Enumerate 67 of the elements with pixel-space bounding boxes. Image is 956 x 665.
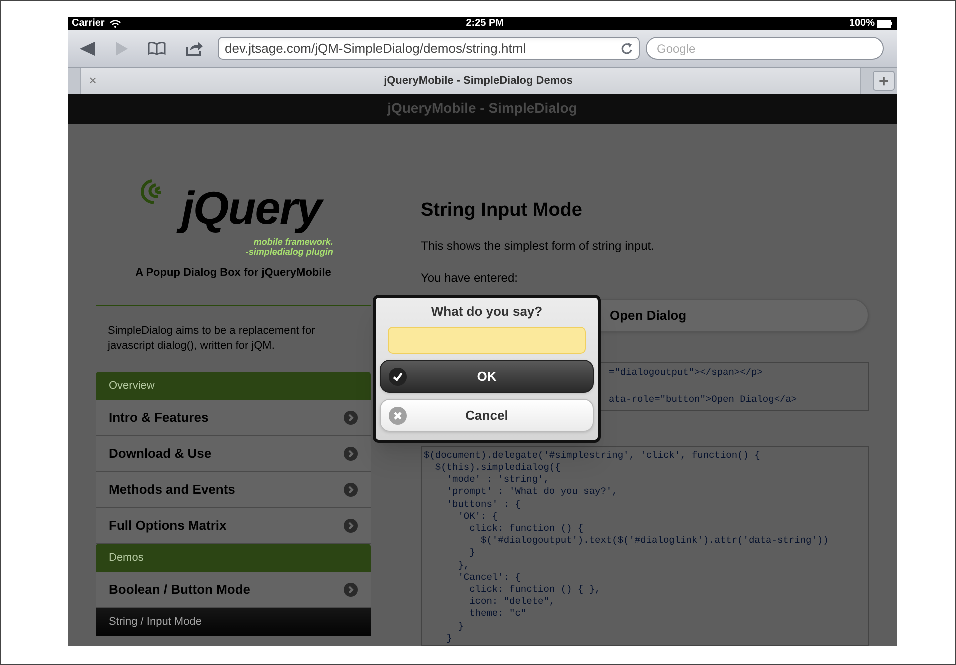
code-line: },	[457, 560, 471, 572]
code-line: 'buttons' : {	[446, 498, 522, 511]
code-line: ata-role="button">Open Dialog</a>	[609, 392, 798, 406]
battery-label: 100%	[849, 17, 875, 31]
nav-group-header: Demos	[96, 544, 371, 572]
nav-item[interactable]: Intro & Features	[96, 400, 371, 436]
tab-title: jQueryMobile - SimpleDialog Demos	[383, 74, 574, 89]
search-field[interactable]: Google	[646, 37, 884, 60]
code-line: }	[446, 632, 454, 645]
code-line: ="dialogoutput"></span></p>	[609, 366, 764, 380]
nav-item-label: Download & Use	[109, 445, 212, 463]
output-label: You have entered:	[421, 270, 519, 288]
code-line: 'prompt' : 'What do you say?',	[446, 486, 619, 499]
chevron-icon	[344, 582, 358, 597]
tagline: A Popup Dialog Box for jQueryMobile	[134, 266, 332, 281]
dialog-button[interactable]: OK	[380, 360, 594, 394]
nav-item[interactable]: Full Options Matrix	[96, 508, 371, 544]
back-icon[interactable]	[80, 42, 96, 56]
description-text: SimpleDialog aims to be a replacement for javascript dialog(), written for jQM.	[106, 324, 316, 354]
dialog-button[interactable]: Cancel	[380, 399, 594, 432]
code-line: click: function () {	[468, 522, 585, 536]
new-tab-button[interactable]: +	[873, 71, 895, 91]
dialog-input-field[interactable]	[388, 327, 586, 354]
share-icon[interactable]	[186, 41, 204, 56]
browser-tab[interactable]: × jQueryMobile - SimpleDialog Demos	[80, 68, 861, 94]
code-line: $('#dialogoutput').text($('#dialoglink').attr('data-string'))	[480, 535, 830, 548]
delete-icon	[389, 406, 407, 425]
chevron-icon	[344, 446, 358, 461]
dialog-prompt: What do you say?	[430, 302, 544, 321]
code-line: $(this).simpledialog({	[434, 462, 562, 474]
logo-subtitle: -simpledialog plugin	[246, 246, 334, 257]
nav-item[interactable]: Download & Use	[96, 436, 371, 472]
battery-icon	[877, 20, 893, 28]
chevron-icon	[344, 518, 358, 533]
clock-label: 2:25 PM	[465, 17, 506, 31]
logo-subtitle: mobile framework.	[254, 236, 334, 247]
code-line: icon: "delete",	[468, 596, 556, 608]
code-line: click: function () { },	[468, 584, 602, 596]
nav-item-label: Full Options Matrix	[109, 517, 227, 535]
wifi-icon	[110, 20, 121, 28]
code-line: theme: "c"	[468, 608, 528, 621]
book-icon[interactable]	[148, 42, 166, 56]
code-line: 'mode' : 'string',	[446, 474, 550, 486]
chevron-icon	[344, 410, 358, 425]
url-text: dev.jtsage.com/jQM-SimpleDialog/demos/string.html	[225, 40, 528, 58]
code-line: $(document).delegate('#simplestring', 'click', function() {	[424, 450, 762, 462]
logo-wordmark: jQuery	[174, 178, 334, 237]
nav-item[interactable]: Boolean / Button Mode	[96, 572, 371, 608]
chevron-icon	[344, 482, 358, 497]
close-tab-button[interactable]: ×	[85, 71, 101, 91]
nav-group-header: String / Input Mode	[96, 608, 371, 636]
page-title: String Input Mode	[421, 198, 584, 223]
intro-text: This shows the simplest form of string input.	[421, 238, 656, 256]
reload-icon[interactable]	[621, 42, 633, 56]
code-line: 'OK': {	[457, 510, 500, 523]
code-line: 'Cancel': {	[457, 572, 522, 584]
url-field[interactable]: dev.jtsage.com/jQM-SimpleDialog/demos/string.html	[218, 37, 640, 60]
nav-item[interactable]: Methods and Events	[96, 472, 371, 508]
code-line: }	[468, 547, 476, 560]
page-header-title: jQueryMobile - SimpleDialog	[388, 99, 578, 118]
carrier-label: Carrier	[72, 17, 105, 31]
nav-item-label: Methods and Events	[109, 481, 236, 499]
code-line: }	[457, 620, 465, 633]
nav-item-label: Intro & Features	[109, 409, 209, 427]
check-icon	[389, 368, 407, 386]
nav-item-label: Boolean / Button Mode	[109, 581, 251, 599]
nav-group-header: Overview	[96, 372, 371, 400]
